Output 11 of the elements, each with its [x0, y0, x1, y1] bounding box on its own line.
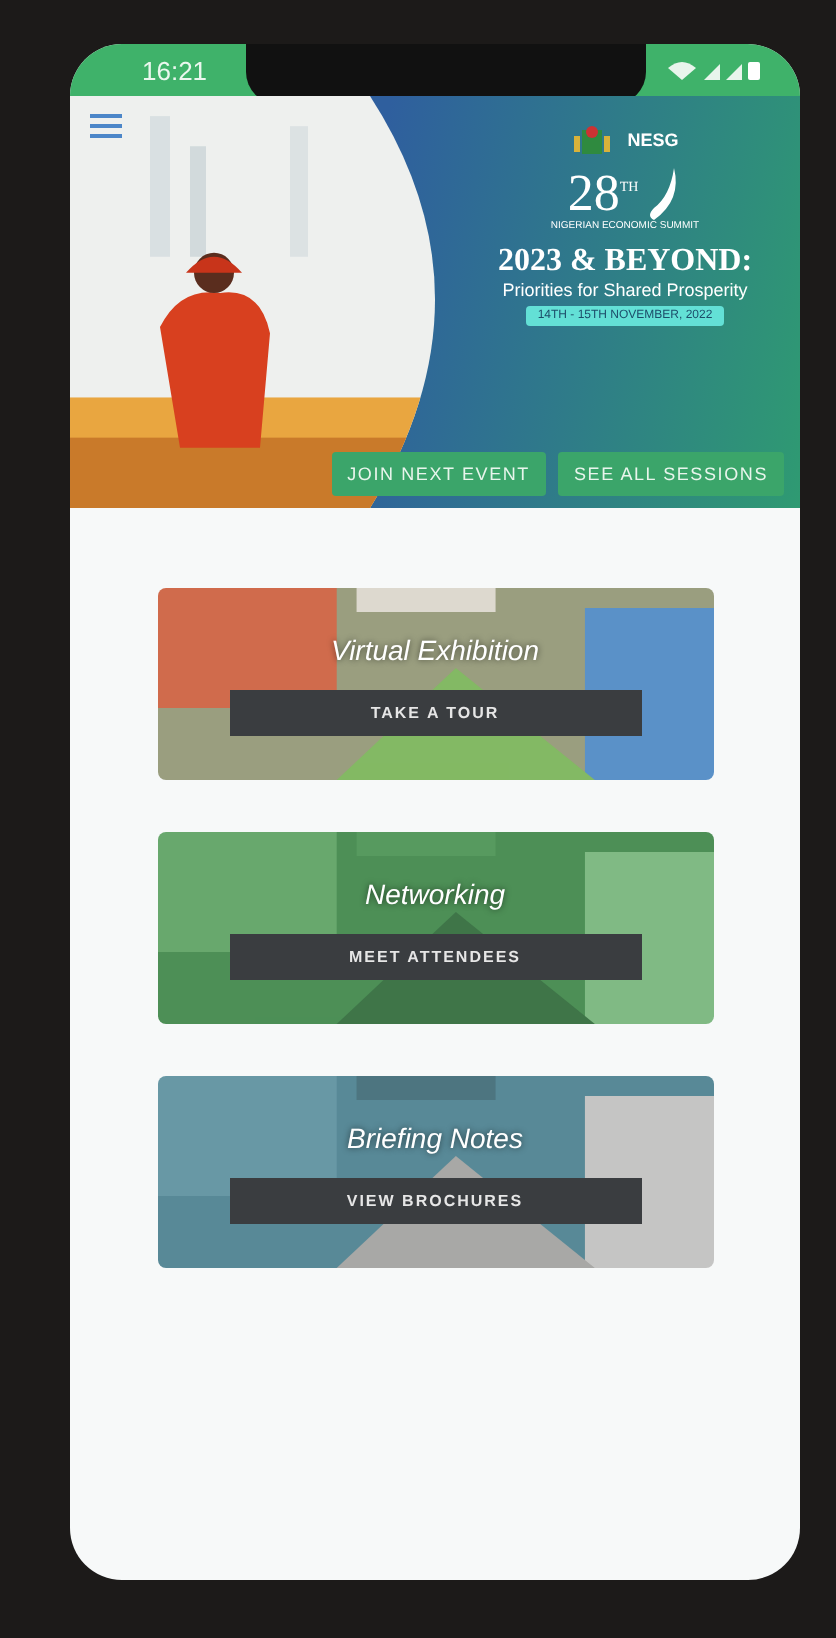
- event-title: 2023 & BEYOND:: [497, 244, 753, 280]
- card-title: Briefing Notes: [347, 1121, 523, 1153]
- card-title: Networking: [364, 877, 506, 909]
- card-button[interactable]: TAKE A TOUR: [229, 689, 641, 735]
- status-time: 16:21: [142, 55, 208, 85]
- edition-number: 28$^{TH}$: [567, 164, 639, 222]
- logo-text: NESG: [627, 130, 679, 150]
- event-subtitle: Priorities for Shared Prosperity: [502, 280, 748, 300]
- card-title: Virtual Exhibition: [330, 633, 540, 665]
- card-button[interactable]: VIEW BROCHURES: [229, 1177, 641, 1223]
- card-button[interactable]: MEET ATTENDEES: [229, 933, 641, 979]
